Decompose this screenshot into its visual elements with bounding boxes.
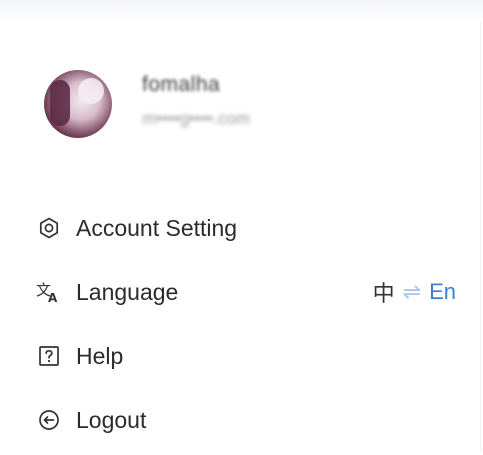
language-switch[interactable]: 中 ⇌ En (373, 276, 456, 308)
question-box-icon (36, 343, 62, 369)
svg-text:A: A (48, 291, 58, 304)
menu-label-logout: Logout (76, 406, 147, 433)
user-profile: fomalha m••••g••••.com (44, 70, 250, 138)
menu-label-language: Language (76, 278, 179, 305)
translate-icon: 文 A (36, 279, 62, 305)
menu-label-account-setting: Account Setting (76, 214, 238, 241)
user-menu: Account Setting 文 A Language 中 ⇌ En Help… (36, 196, 456, 452)
user-email: m••••g••••.com (142, 109, 251, 128)
user-info: fomalha m••••g••••.com (142, 73, 250, 129)
menu-item-logout[interactable]: Logout (36, 388, 456, 452)
menu-item-account-setting[interactable]: Account Setting (36, 196, 456, 260)
language-english[interactable]: En (429, 279, 456, 305)
settings-ring-icon (36, 215, 62, 241)
language-chinese[interactable]: 中 (373, 276, 395, 308)
menu-item-help[interactable]: Help (36, 324, 456, 388)
menu-label-help: Help (76, 342, 124, 369)
avatar[interactable] (44, 70, 112, 138)
menu-item-language[interactable]: 文 A Language 中 ⇌ En (36, 260, 456, 324)
logout-icon (36, 407, 62, 433)
user-name: fomalha (142, 73, 221, 96)
user-dropdown-panel: fomalha m••••g••••.com Account Setting 文… (4, 22, 481, 450)
header-shadow (0, 0, 483, 22)
swap-arrows-icon: ⇌ (402, 279, 422, 304)
